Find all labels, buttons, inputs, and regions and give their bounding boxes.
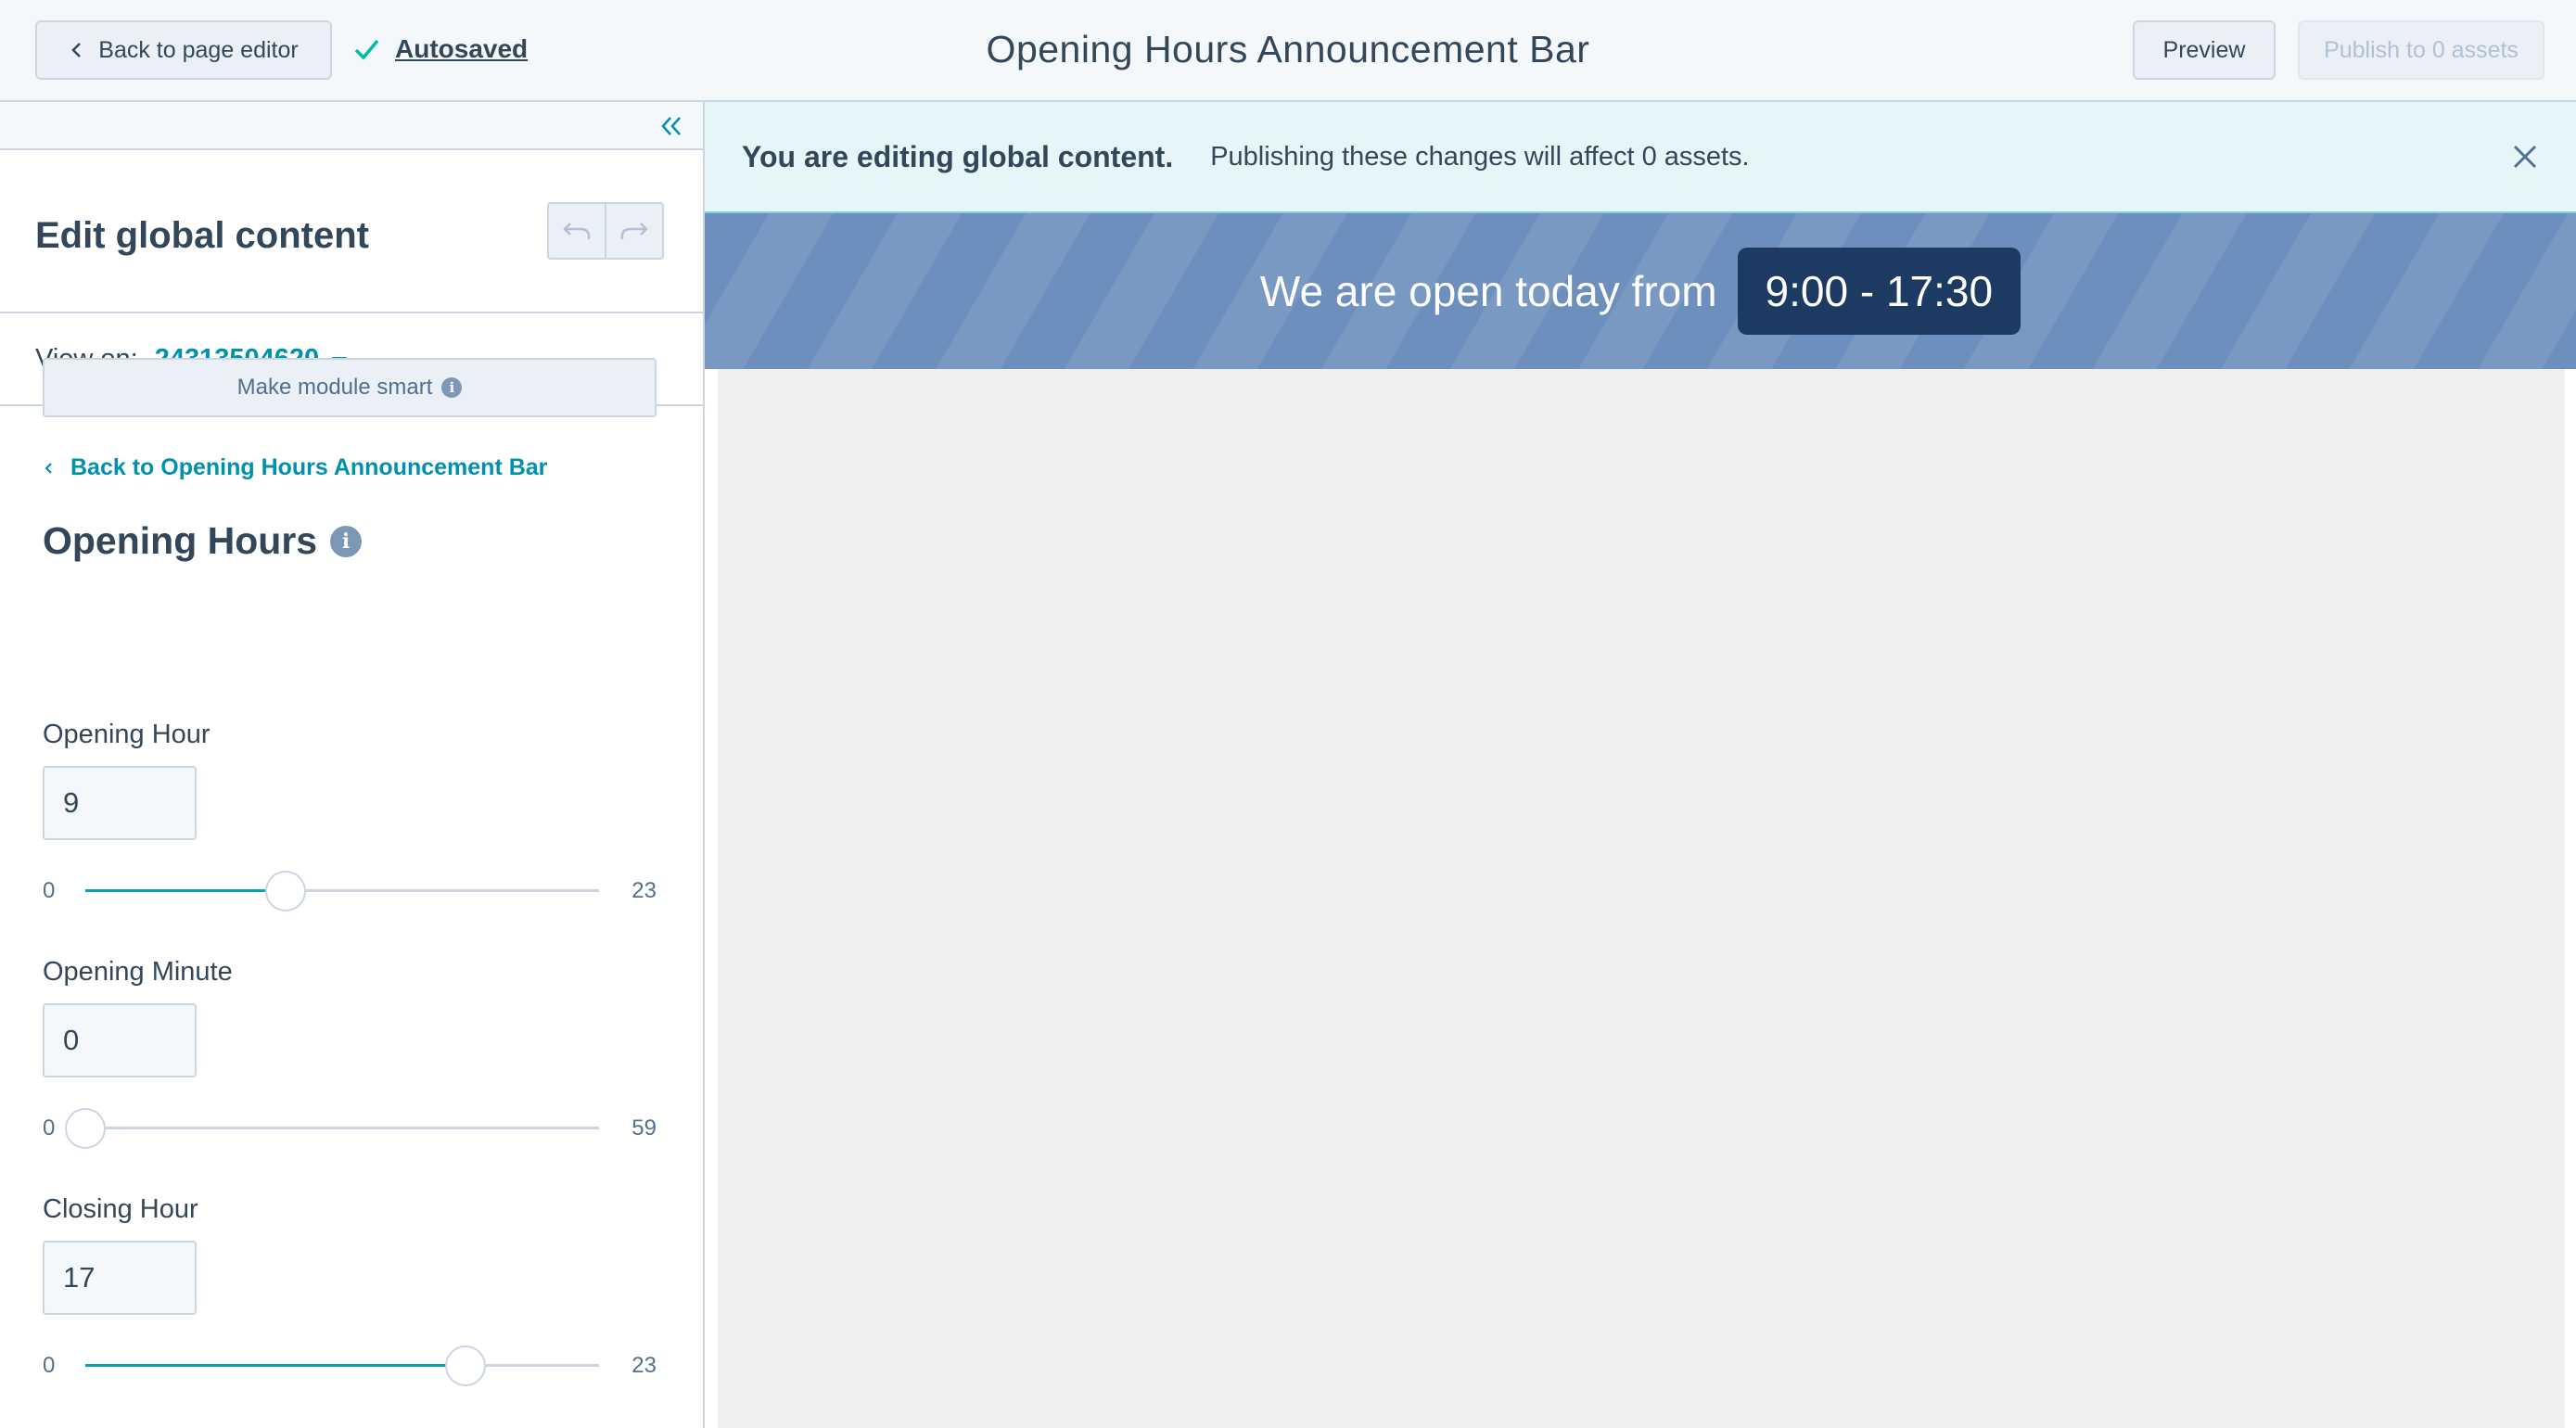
edit-header: Edit global content (0, 150, 703, 313)
back-to-module-link[interactable]: Back to Opening Hours Announcement Bar (43, 454, 547, 481)
undo-button[interactable] (549, 204, 605, 258)
global-content-banner: You are editing global content. Publishi… (705, 102, 2576, 213)
slider-track[interactable] (65, 1108, 599, 1149)
closing-hour-label: Closing Hour (43, 1194, 198, 1224)
slider-thumb[interactable] (444, 1345, 486, 1386)
double-chevron-left-icon[interactable] (658, 113, 684, 139)
slider-fill (85, 889, 287, 892)
preview-pane: You are editing global content. Publishi… (705, 102, 2576, 1428)
slider-min-label: 0 (43, 1116, 56, 1141)
sidebar-collapse-strip (0, 102, 703, 150)
page-canvas (718, 369, 2565, 1428)
chevron-left-icon (45, 462, 52, 474)
publish-button[interactable]: Publish to 0 assets (2298, 20, 2544, 80)
opening-minute-input[interactable]: 0 (43, 1003, 197, 1077)
announcement-text: We are open today from (1259, 267, 1717, 315)
slider-thumb[interactable] (265, 871, 307, 912)
edit-sidebar: Edit global content View on: 24313504620 (0, 102, 705, 1428)
opening-hour-input[interactable]: 9 (43, 766, 197, 840)
slider-fill (85, 1364, 465, 1367)
section-heading: Opening Hours i (43, 519, 363, 563)
make-module-smart-label: Make module smart (236, 375, 433, 400)
opening-hour-label: Opening Hour (43, 720, 210, 749)
banner-heading: You are editing global content. (742, 139, 1174, 173)
redo-button[interactable] (605, 204, 662, 258)
slider-min-label: 0 (43, 878, 56, 903)
opening-minute-label: Opening Minute (43, 957, 233, 987)
undo-redo-group (547, 202, 664, 260)
preview-button[interactable]: Preview (2133, 20, 2276, 80)
redo-icon (620, 223, 648, 239)
closing-hour-input[interactable]: 17 (43, 1241, 197, 1315)
slider-track[interactable] (85, 1345, 599, 1386)
closing-hour-slider[interactable]: 0 23 (43, 1342, 657, 1388)
slider-max-label: 23 (631, 1353, 657, 1378)
info-icon[interactable]: i (330, 525, 363, 557)
back-link-label: Back to Opening Hours Announcement Bar (70, 454, 548, 480)
slider-max-label: 59 (631, 1116, 657, 1141)
sidebar-title: Edit global content (35, 215, 369, 256)
slider-max-label: 23 (631, 878, 657, 903)
slider-thumb[interactable] (65, 1108, 106, 1149)
opening-hour-slider[interactable]: 0 23 (43, 867, 657, 913)
announcement-bar[interactable]: We are open today from 9:00 - 17:30 (705, 213, 2576, 369)
banner-message: Publishing these changes will affect 0 a… (1210, 141, 1750, 172)
opening-time-badge: 9:00 - 17:30 (1737, 248, 2021, 335)
opening-minute-slider[interactable]: 0 59 (43, 1104, 657, 1151)
undo-icon (563, 223, 591, 239)
info-icon[interactable]: i (441, 377, 463, 398)
section-title-text: Opening Hours (43, 519, 318, 562)
make-module-smart-button[interactable]: Make module smart i (43, 358, 657, 417)
close-icon[interactable] (2511, 143, 2539, 171)
slider-track[interactable] (85, 871, 599, 912)
slider-min-label: 0 (43, 1353, 56, 1378)
top-bar: Back to page editor Autosaved Opening Ho… (0, 0, 2576, 102)
